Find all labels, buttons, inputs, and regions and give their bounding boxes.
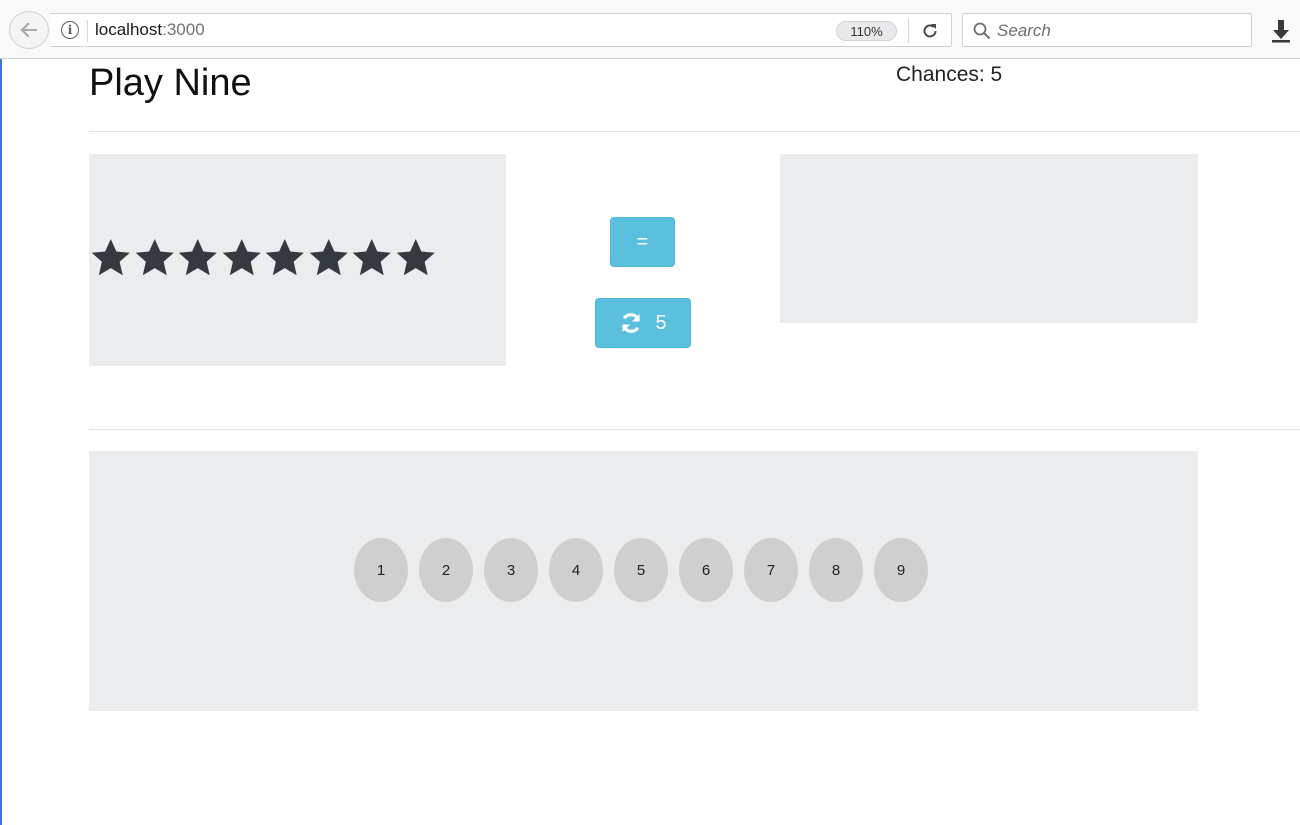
redraws-count: 5 [655,311,667,334]
url-text[interactable]: localhost:3000 [95,20,205,40]
number-9[interactable]: 9 [874,538,928,602]
search-input[interactable] [997,18,1237,44]
star-icon [309,238,348,276]
number-1[interactable]: 1 [354,538,408,602]
divider [89,429,1300,430]
stars-row [89,236,437,280]
url-separator [87,20,88,42]
download-icon[interactable] [1268,18,1294,44]
refresh-icon [622,313,641,333]
star-icon [265,238,304,276]
number-8[interactable]: 8 [809,538,863,602]
answer-frame [780,154,1198,323]
number-4[interactable]: 4 [549,538,603,602]
numbers-row: 123456789 [354,538,928,602]
star-icon [352,238,391,276]
arrow-left-icon [20,22,37,38]
number-5[interactable]: 5 [614,538,668,602]
page-title: Play Nine [89,62,252,104]
stars-frame [89,154,506,366]
redraw-button[interactable]: 5 [595,298,691,348]
number-2[interactable]: 2 [419,538,473,602]
divider [89,131,1300,132]
search-icon [973,22,991,40]
star-icon [178,238,217,276]
number-3[interactable]: 3 [484,538,538,602]
star-icon [135,238,174,276]
url-separator-2 [908,19,909,43]
url-port: :3000 [162,20,205,39]
address-bar[interactable]: i localhost:3000 110% [50,13,952,47]
zoom-indicator[interactable]: 110% [836,21,897,41]
browser-toolbar: i localhost:3000 110% [0,0,1300,59]
number-7[interactable]: 7 [744,538,798,602]
chances-label: Chances: 5 [896,63,1003,86]
search-bar[interactable] [962,13,1252,47]
star-icon [91,238,130,276]
back-button[interactable] [9,11,49,49]
star-icon [396,238,435,276]
window-edge [0,59,2,825]
numbers-frame: 123456789 [89,451,1198,711]
reload-icon[interactable] [918,19,942,43]
url-host: localhost [95,20,163,39]
star-icon [222,238,261,276]
number-6[interactable]: 6 [679,538,733,602]
info-icon[interactable]: i [61,21,79,39]
equals-button[interactable]: = [610,217,675,267]
